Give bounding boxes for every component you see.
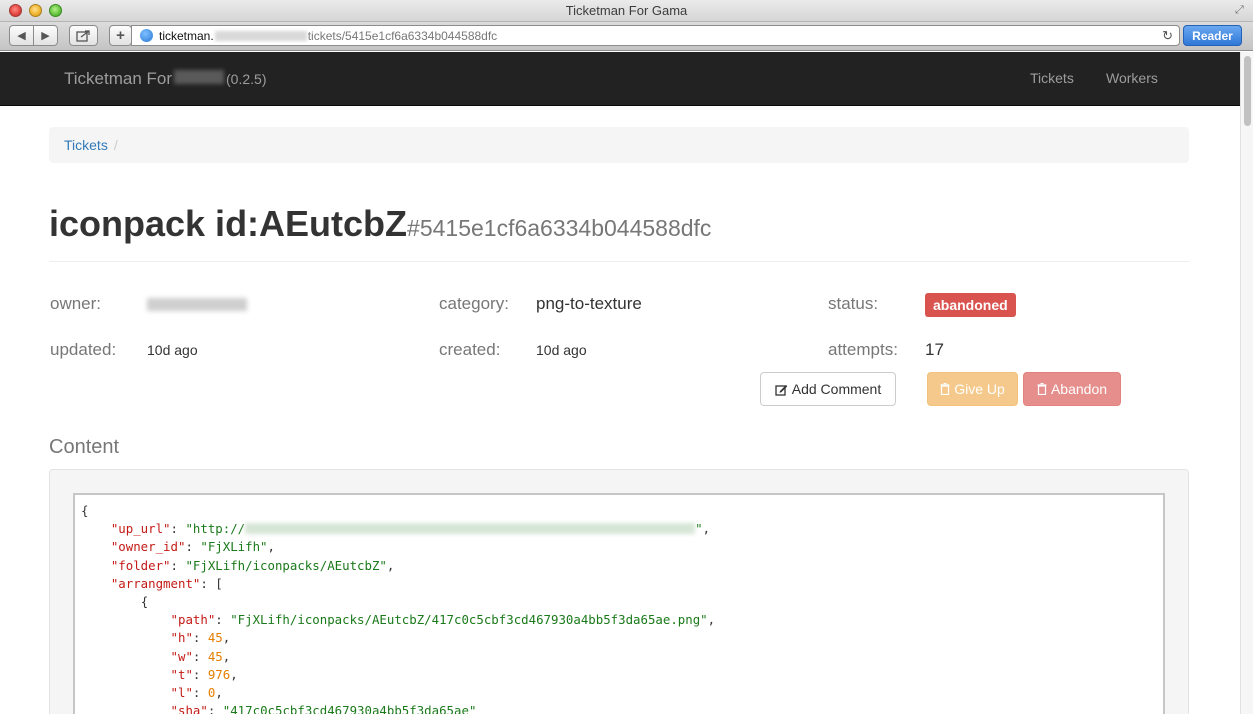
title-bar: Ticketman For Gama ⤢: [0, 0, 1253, 22]
reader-button[interactable]: Reader: [1183, 25, 1242, 46]
abandon-label: Abandon: [1050, 381, 1108, 397]
add-comment-button[interactable]: Add Comment: [760, 372, 896, 406]
share-button[interactable]: [69, 25, 98, 46]
nav-workers-link[interactable]: Workers: [1106, 70, 1158, 86]
content-heading: Content: [49, 436, 120, 458]
url-host: ticketman.: [159, 28, 214, 43]
json-key: "owner_id": [110, 539, 186, 555]
trash-icon: [1037, 383, 1047, 395]
json-key: "t": [170, 666, 193, 682]
json-string: "FjXLifh/iconpacks/AEutcbZ/417c0c5cbf3cd…: [230, 612, 708, 628]
json-content: { "up_url": "http://", "owner_id": "FjXL…: [73, 493, 1165, 714]
breadcrumb-separator: /: [113, 137, 118, 153]
created-label: created:: [439, 340, 501, 359]
ticket-title: iconpack id:AEutcbZ: [49, 203, 408, 244]
app-navbar: Ticketman For (0.2.5) Tickets Workers: [0, 52, 1240, 106]
brand-redacted: [174, 70, 225, 84]
updated-label: updated:: [50, 340, 117, 359]
breadcrumb-tickets-link[interactable]: Tickets: [64, 137, 108, 153]
share-icon: [75, 30, 90, 42]
json-key: "h": [170, 630, 193, 646]
json-brace: {: [140, 594, 149, 610]
json-number: 45: [207, 630, 223, 646]
json-number: 45: [207, 648, 223, 664]
nav-tickets-link[interactable]: Tickets: [1030, 70, 1074, 86]
forward-button[interactable]: ▶: [33, 25, 58, 46]
abandon-button[interactable]: Abandon: [1023, 372, 1121, 406]
created-value: 10d ago: [536, 342, 587, 358]
page-title: iconpack id:AEutcbZ#5415e1cf6a6334b04458…: [49, 203, 711, 245]
add-comment-label: Add Comment: [791, 381, 882, 397]
back-arrow-icon: ◀: [17, 30, 26, 42]
fullscreen-icon[interactable]: ⤢: [1235, 4, 1247, 16]
json-string: "FjXLifh": [200, 539, 268, 555]
navbar-brand[interactable]: Ticketman For (0.2.5): [64, 69, 266, 89]
brand-name: Ticketman For: [64, 69, 173, 88]
ticket-id: #5415e1cf6a6334b044588dfc: [407, 215, 712, 241]
json-string: "417c0c5cbf3cd467930a4bb5f3da65ae": [222, 703, 477, 714]
json-key: "path": [170, 612, 216, 628]
scroll-thumb[interactable]: [1244, 56, 1251, 126]
category-label: category:: [439, 294, 509, 313]
give-up-button[interactable]: Give Up: [927, 372, 1018, 406]
browser-toolbar: ◀ ▶ + ticketman. tickets/5415e1cf6a6334b…: [0, 22, 1253, 51]
browser-window: Ticketman For Gama ⤢ ◀ ▶ + ticketman. ti…: [0, 0, 1253, 714]
forward-arrow-icon: ▶: [41, 30, 50, 42]
json-bracket: [: [215, 575, 223, 591]
brand-version: (0.2.5): [226, 71, 267, 87]
reload-icon[interactable]: ↻: [1162, 28, 1173, 44]
json-number: 0: [207, 685, 216, 701]
url-redacted: [214, 30, 307, 41]
give-up-label: Give Up: [954, 381, 1005, 397]
json-key: "sha": [170, 703, 208, 714]
title-divider: [49, 261, 1189, 262]
json-number: 976: [207, 666, 231, 682]
plus-icon: +: [116, 27, 125, 44]
page-scrollbar[interactable]: [1240, 52, 1253, 714]
status-label: status:: [828, 294, 879, 313]
json-key: "w": [170, 648, 193, 664]
json-key: "arrangment": [110, 575, 201, 591]
json-key: "folder": [110, 557, 171, 573]
address-bar[interactable]: ticketman. tickets/5415e1cf6a6334b044588…: [131, 25, 1180, 46]
globe-icon: [140, 29, 153, 42]
up-url-redacted: [245, 523, 696, 535]
updated-value: 10d ago: [147, 342, 198, 358]
attempts-value: 17: [925, 340, 944, 359]
url-path: tickets/5415e1cf6a6334b044588dfc: [307, 28, 498, 43]
owner-value-redacted: [147, 298, 247, 311]
json-key: "l": [170, 685, 193, 701]
owner-label: owner:: [50, 294, 102, 313]
back-button[interactable]: ◀: [9, 25, 34, 46]
edit-icon: [775, 384, 788, 396]
trash-icon: [940, 383, 950, 395]
up-url-prefix: "http://: [185, 521, 246, 537]
category-value: png-to-texture: [536, 294, 642, 313]
attempts-label: attempts:: [828, 340, 898, 359]
window-title: Ticketman For Gama: [565, 3, 688, 18]
up-url-suffix: ": [695, 521, 703, 537]
breadcrumb: Tickets /: [49, 127, 1189, 163]
json-string: "http:// ": [185, 521, 702, 536]
json-key: "up_url": [110, 521, 171, 537]
json-string: "FjXLifh/iconpacks/AEutcbZ": [185, 557, 387, 573]
add-bookmark-button[interactable]: +: [109, 25, 132, 46]
json-line: {: [81, 503, 89, 518]
status-badge: abandoned: [925, 293, 1016, 317]
